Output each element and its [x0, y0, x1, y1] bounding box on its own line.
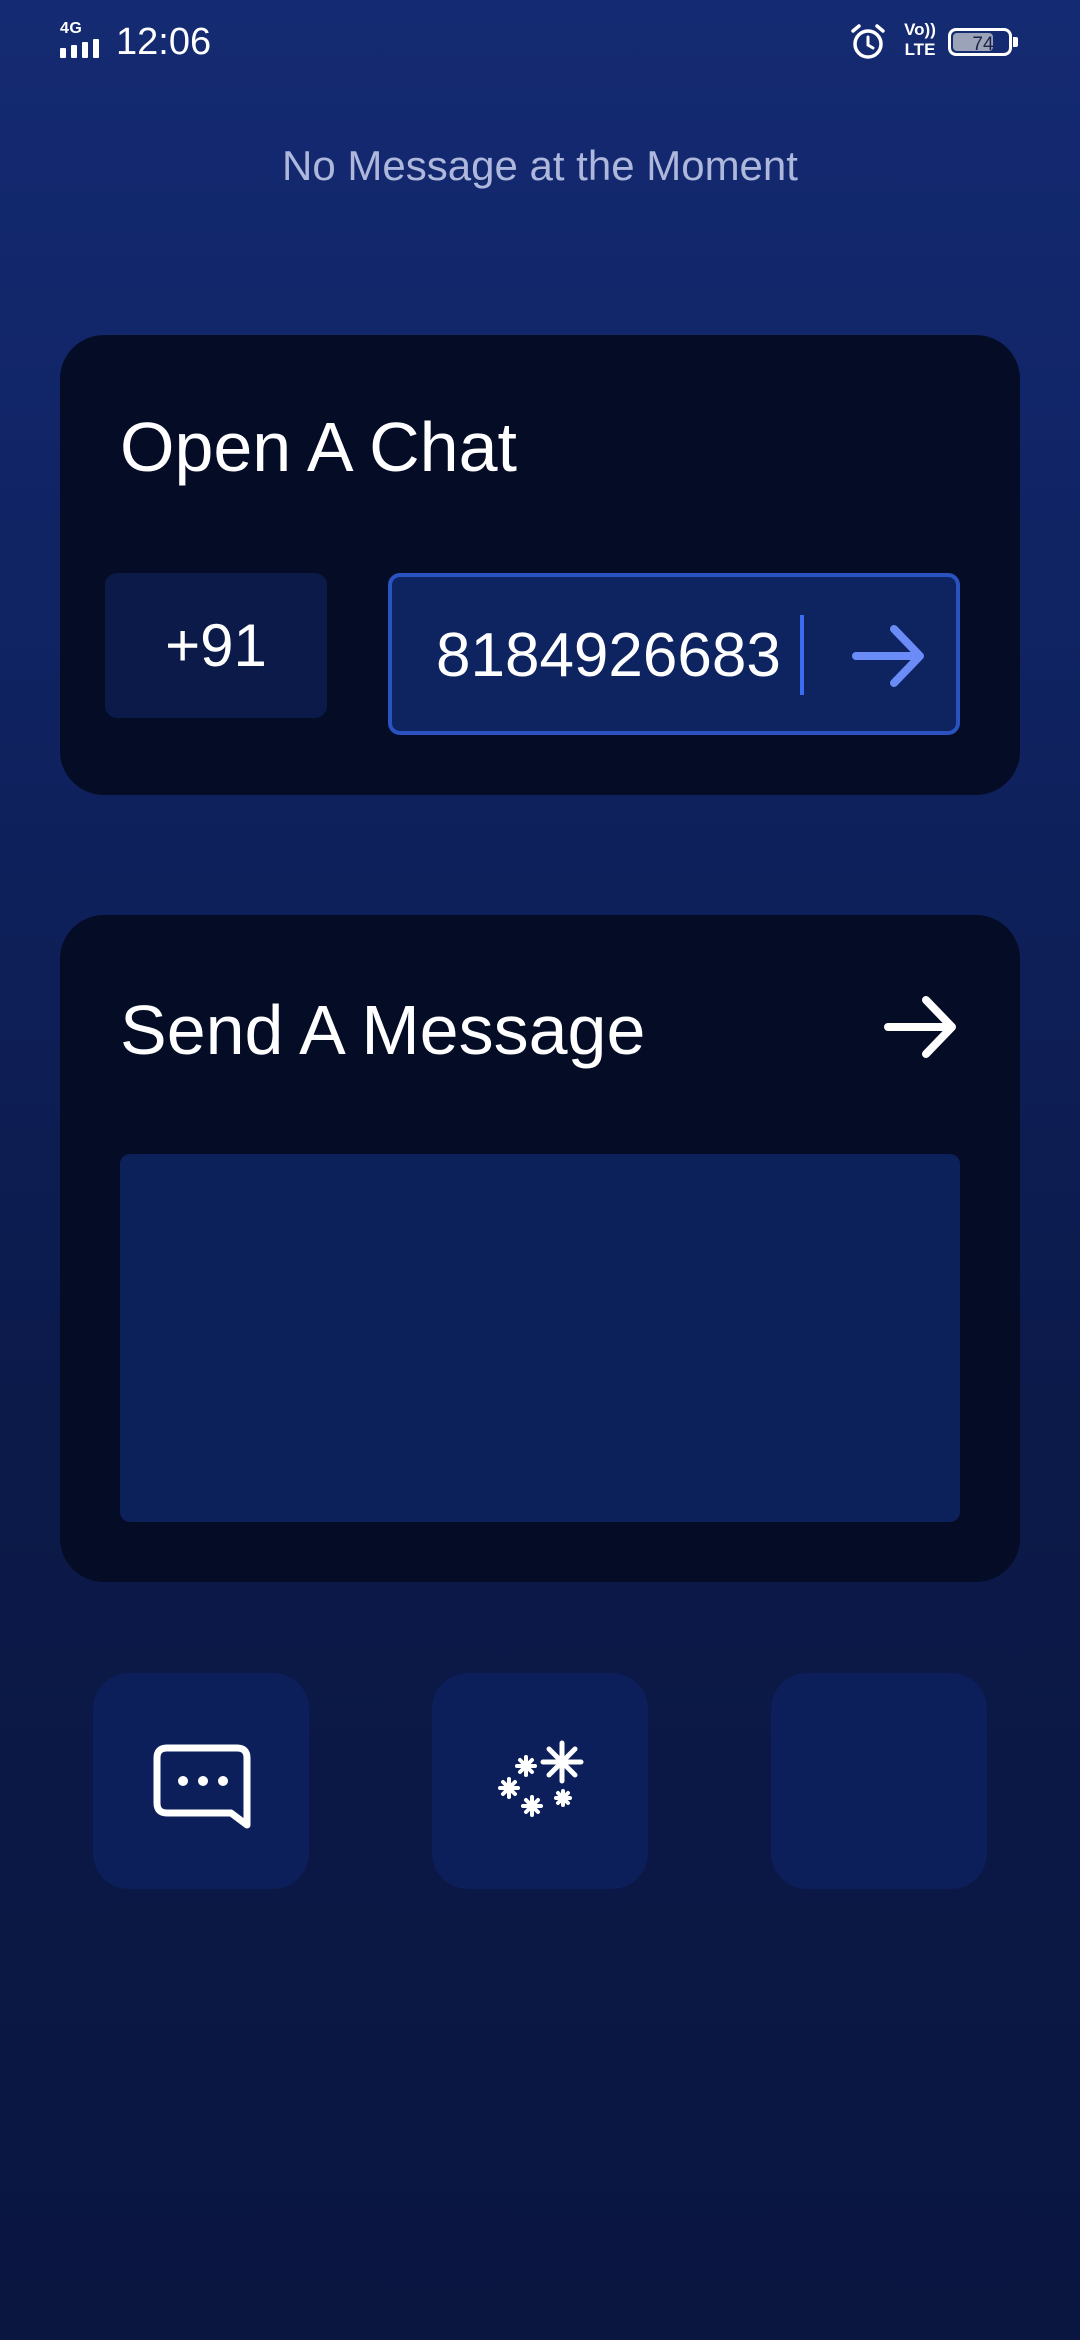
text-cursor — [800, 615, 804, 695]
status-time: 12:06 — [116, 21, 212, 63]
chat-action-button[interactable] — [93, 1673, 309, 1889]
send-arrow-icon[interactable] — [882, 990, 960, 1064]
empty-messages-label: No Message at the Moment — [282, 142, 798, 189]
send-message-title: Send A Message — [120, 991, 646, 1069]
empty-action-button[interactable] — [771, 1673, 987, 1889]
volte-icon: Vo)) LTE — [900, 20, 940, 64]
volte-top-label: Vo)) — [904, 20, 936, 39]
send-message-card: Send A Message — [60, 915, 1020, 1582]
network-type-label: 4G — [60, 20, 83, 37]
sparkle-action-button[interactable] — [432, 1673, 648, 1889]
alarm-icon — [851, 24, 885, 59]
volte-bottom-label: LTE — [904, 40, 936, 59]
message-textarea[interactable] — [120, 1154, 960, 1522]
battery-level: 74 — [972, 34, 994, 55]
sparkle-icon — [498, 1740, 584, 1817]
arrow-right-icon[interactable] — [850, 619, 928, 693]
chat-bubble-icon — [153, 1744, 251, 1829]
open-chat-title: Open A Chat — [120, 408, 517, 486]
battery-icon: 74 — [948, 28, 1018, 56]
phone-number-field[interactable] — [388, 573, 960, 735]
status-bar: 4G 12:06 Vo)) LTE 74 — [0, 0, 1080, 84]
open-chat-card: Open A Chat +91 — [60, 335, 1020, 795]
country-code-selector[interactable]: +91 — [105, 573, 327, 718]
signal-icon: 4G — [58, 20, 106, 60]
phone-number-input[interactable] — [436, 605, 816, 705]
